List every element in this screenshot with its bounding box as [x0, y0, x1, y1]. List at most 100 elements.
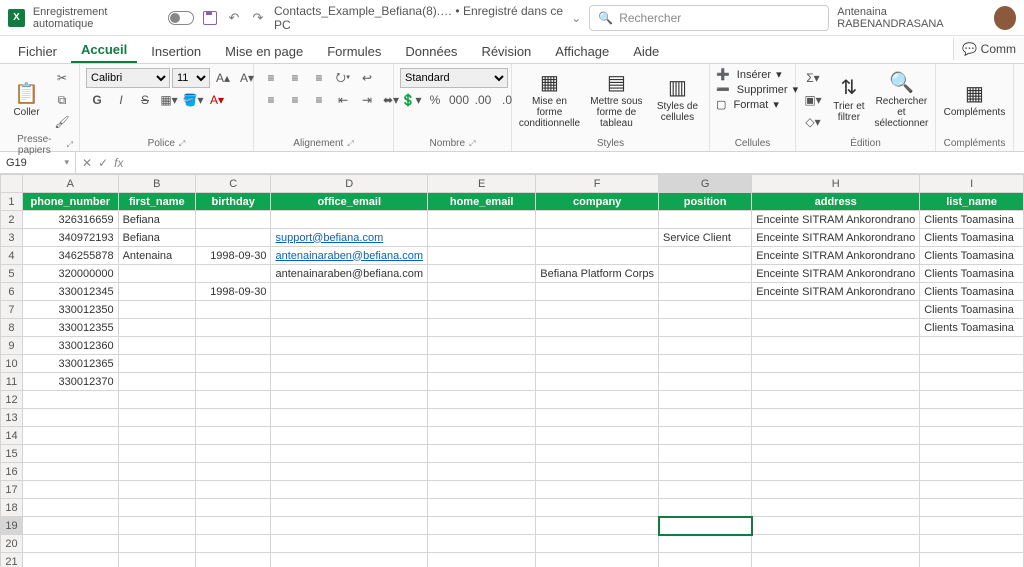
cell-B9[interactable]	[118, 337, 195, 355]
cell-I12[interactable]	[920, 391, 1024, 409]
cell-A21[interactable]	[22, 553, 118, 567]
cell-H18[interactable]	[752, 499, 920, 517]
row-header-19[interactable]: 19	[1, 517, 23, 535]
save-icon[interactable]	[202, 10, 218, 26]
cell-D15[interactable]	[271, 445, 428, 463]
cell-H21[interactable]	[752, 553, 920, 567]
cell-D8[interactable]	[271, 319, 428, 337]
cell-D12[interactable]	[271, 391, 428, 409]
cell-B14[interactable]	[118, 427, 195, 445]
col-header-D[interactable]: D	[271, 175, 428, 193]
fx-icon[interactable]: fx	[114, 156, 123, 170]
cell-A13[interactable]	[22, 409, 118, 427]
cell-C3[interactable]	[195, 229, 271, 247]
cell-H14[interactable]	[752, 427, 920, 445]
cell-C15[interactable]	[195, 445, 271, 463]
orientation-button[interactable]: ⭮▾	[332, 68, 354, 88]
filename-dropdown-icon[interactable]: ⌄	[571, 11, 581, 25]
cell-E8[interactable]	[428, 319, 536, 337]
cell-H7[interactable]	[752, 301, 920, 319]
cell-G8[interactable]	[659, 319, 752, 337]
cell-F13[interactable]	[536, 409, 659, 427]
cell-A15[interactable]	[22, 445, 118, 463]
cell-D3[interactable]: support@befiana.com	[271, 229, 428, 247]
cell-H4[interactable]: Enceinte SITRAM Ankorondrano	[752, 247, 920, 265]
cell-H16[interactable]	[752, 463, 920, 481]
tab-accueil[interactable]: Accueil	[71, 38, 137, 63]
cell-B12[interactable]	[118, 391, 195, 409]
align-bottom-button[interactable]: ≡	[308, 68, 330, 88]
cell-B4[interactable]: Antenaina	[118, 247, 195, 265]
cell-C2[interactable]	[195, 211, 271, 229]
cell-D2[interactable]	[271, 211, 428, 229]
cell-B6[interactable]	[118, 283, 195, 301]
cell-D19[interactable]	[271, 517, 428, 535]
cell-D13[interactable]	[271, 409, 428, 427]
cell-H19[interactable]	[752, 517, 920, 535]
row-header-1[interactable]: 1	[1, 193, 23, 211]
cell-G13[interactable]	[659, 409, 752, 427]
cell-C21[interactable]	[195, 553, 271, 567]
cell-I14[interactable]	[920, 427, 1024, 445]
paste-button[interactable]: 📋Coller	[6, 68, 47, 132]
cell-B20[interactable]	[118, 535, 195, 553]
cell-E20[interactable]	[428, 535, 536, 553]
percent-button[interactable]: %	[424, 90, 446, 110]
cell-B1[interactable]: first_name	[118, 193, 195, 211]
cell-D20[interactable]	[271, 535, 428, 553]
increase-indent-button[interactable]: ⇥	[356, 90, 378, 110]
cell-A1[interactable]: phone_number	[22, 193, 118, 211]
col-header-E[interactable]: E	[428, 175, 536, 193]
cell-H11[interactable]	[752, 373, 920, 391]
cell-I15[interactable]	[920, 445, 1024, 463]
cell-B17[interactable]	[118, 481, 195, 499]
cell-C7[interactable]	[195, 301, 271, 319]
cell-B13[interactable]	[118, 409, 195, 427]
cell-E11[interactable]	[428, 373, 536, 391]
row-header-20[interactable]: 20	[1, 535, 23, 553]
cell-B2[interactable]: Befiana	[118, 211, 195, 229]
cell-H8[interactable]	[752, 319, 920, 337]
tab-fichier[interactable]: Fichier	[8, 40, 67, 63]
cell-H9[interactable]	[752, 337, 920, 355]
row-header-10[interactable]: 10	[1, 355, 23, 373]
cell-G1[interactable]: position	[659, 193, 752, 211]
cell-G17[interactable]	[659, 481, 752, 499]
cell-C8[interactable]	[195, 319, 271, 337]
decrease-indent-button[interactable]: ⇤	[332, 90, 354, 110]
cell-A12[interactable]	[22, 391, 118, 409]
align-right-button[interactable]: ≡	[308, 90, 330, 110]
cell-I13[interactable]	[920, 409, 1024, 427]
cell-B10[interactable]	[118, 355, 195, 373]
cell-E4[interactable]	[428, 247, 536, 265]
tab-données[interactable]: Données	[395, 40, 467, 63]
autosave-toggle[interactable]	[168, 11, 194, 25]
align-left-button[interactable]: ≡	[260, 90, 282, 110]
cell-D14[interactable]	[271, 427, 428, 445]
cell-D4[interactable]: antenainaraben@befiana.com	[271, 247, 428, 265]
cell-styles-button[interactable]: ▥Styles de cellules	[652, 68, 703, 132]
cell-B3[interactable]: Befiana	[118, 229, 195, 247]
cell-B19[interactable]	[118, 517, 195, 535]
cell-A11[interactable]: 330012370	[22, 373, 118, 391]
find-select-button[interactable]: 🔍Rechercher et sélectionner	[874, 68, 929, 132]
cell-C5[interactable]	[195, 265, 271, 283]
cell-I20[interactable]	[920, 535, 1024, 553]
cell-E7[interactable]	[428, 301, 536, 319]
row-header-17[interactable]: 17	[1, 481, 23, 499]
cell-I7[interactable]: Clients Toamasina	[920, 301, 1024, 319]
cell-H2[interactable]: Enceinte SITRAM Ankorondrano	[752, 211, 920, 229]
cell-E21[interactable]	[428, 553, 536, 567]
cell-I6[interactable]: Clients Toamasina	[920, 283, 1024, 301]
cell-D1[interactable]: office_email	[271, 193, 428, 211]
spreadsheet-grid[interactable]: ABCDEFGHI1phone_numberfirst_namebirthday…	[0, 174, 1024, 567]
cell-B5[interactable]	[118, 265, 195, 283]
cell-I18[interactable]	[920, 499, 1024, 517]
search-input[interactable]: 🔍 Rechercher	[589, 5, 829, 31]
cell-F15[interactable]	[536, 445, 659, 463]
cell-A19[interactable]	[22, 517, 118, 535]
cell-E5[interactable]	[428, 265, 536, 283]
row-header-6[interactable]: 6	[1, 283, 23, 301]
cell-E15[interactable]	[428, 445, 536, 463]
cell-I10[interactable]	[920, 355, 1024, 373]
